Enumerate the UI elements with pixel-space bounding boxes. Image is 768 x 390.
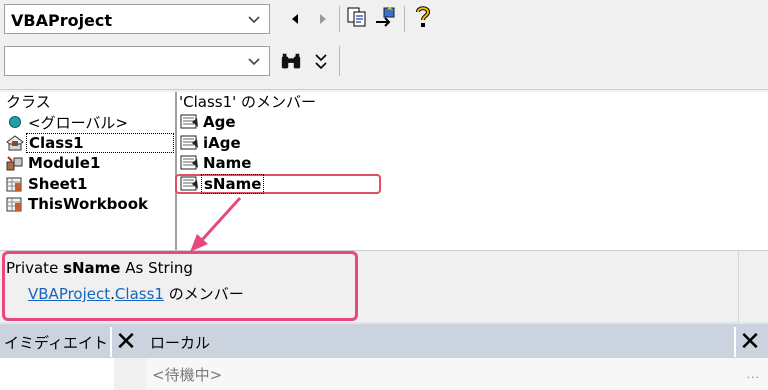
member-of-suffix: のメンバー [168,285,244,303]
class-item-label: Class1 [26,132,174,153]
chevron-down-icon[interactable] [247,55,261,69]
project-link[interactable]: VBAProject [28,285,110,303]
class-item-label: ThisWorkbook [28,195,148,214]
expand-icon [315,54,327,70]
class-item-label: <グローバル> [28,113,128,132]
back-button[interactable] [284,8,306,30]
declaration-member-name: sName [63,259,121,277]
copy-icon [347,7,366,27]
module-icon [4,154,26,172]
class-item-sheet1[interactable]: Sheet1 [0,174,175,195]
view-definition-button[interactable] [374,6,396,28]
class-item-global[interactable]: <グローバル> [0,112,175,133]
property-icon [179,154,201,172]
forward-button[interactable] [312,8,334,30]
member-item-label: Name [203,154,252,173]
search-combo[interactable] [4,46,270,76]
member-item-age[interactable]: Age [177,112,768,133]
close-icon: ✕ [115,327,137,357]
toolbar-separator [339,6,340,32]
class-item-label: Sheet1 [28,174,88,193]
locals-window-titlebar[interactable]: ローカル ✕ [146,322,768,358]
declaration-type: As String [125,259,193,277]
project-combo-value: VBAProject [11,11,113,30]
class-item-module1[interactable]: Module1 [0,153,175,174]
copy-button[interactable] [346,6,368,28]
member-item-label: Age [203,113,236,132]
member-item-label: sName [201,173,265,194]
property-icon [179,175,201,193]
search-toolbar [0,38,768,90]
forward-icon [320,14,326,24]
workbook-object-icon [4,195,26,213]
locals-window-title: ローカル [150,334,211,352]
toolbar-separator [339,46,340,76]
class-item-thisworkbook[interactable]: ThisWorkbook [0,194,175,215]
browser-panes: クラス <グローバル> Class1 Module1 Sheet1 ThisWo… [0,92,768,250]
binoculars-icon [281,53,301,69]
project-combo[interactable]: VBAProject [4,4,270,34]
sheet-object-icon [4,175,26,193]
member-item-label: iAge [203,133,241,152]
immediate-close-button[interactable]: ✕ [110,327,140,357]
class-list-pane[interactable]: クラス <グローバル> Class1 Module1 Sheet1 ThisWo… [0,92,177,250]
close-icon: ✕ [739,327,761,357]
immediate-gutter [114,358,146,390]
member-item-name[interactable]: Name [177,153,768,174]
property-icon [179,134,201,152]
locals-status: <待機中> [152,366,223,384]
globe-icon [4,113,26,131]
immediate-window-body[interactable] [0,358,146,390]
locals-window-body[interactable]: <待機中> ... [146,358,768,390]
immediate-window-titlebar[interactable]: イミディエイト ✕ [0,322,146,358]
bottom-panels: イミディエイト ✕ ローカル ✕ <待機中> ... [0,322,768,390]
help-button[interactable] [412,6,434,28]
class-item-label: Module1 [28,154,101,173]
search-button[interactable] [280,51,302,73]
back-icon [292,14,298,24]
view-definition-icon [376,7,395,27]
member-item-iage[interactable]: iAge [177,133,768,154]
member-list-pane[interactable]: 'Class1' のメンバー Age iAge Name sName [175,92,768,250]
toolbar-separator [404,6,405,32]
member-of-line: VBAProject.Class1 のメンバー [28,283,244,304]
class-module-icon [4,134,26,152]
immediate-window-title: イミディエイト [4,334,108,352]
object-browser-toolbar: VBAProject [0,0,768,38]
detail-pane: Private sName As String VBAProject.Class… [0,250,768,323]
chevron-down-icon[interactable] [247,13,261,27]
member-list-header: 'Class1' のメンバー [179,93,317,111]
property-icon [179,113,201,131]
locals-close-button[interactable]: ✕ [734,327,764,357]
show-search-results-button[interactable] [310,51,332,73]
member-item-sname[interactable]: sName [175,173,381,194]
class-item-class1[interactable]: Class1 [0,132,175,154]
class-list-header: クラス [6,93,51,111]
detail-divider [738,251,739,323]
class-link[interactable]: Class1 [115,285,164,303]
help-icon [416,6,431,27]
declaration-keyword: Private [6,259,59,277]
locals-more-button[interactable]: ... [747,368,761,381]
member-declaration: Private sName As String [6,259,193,277]
